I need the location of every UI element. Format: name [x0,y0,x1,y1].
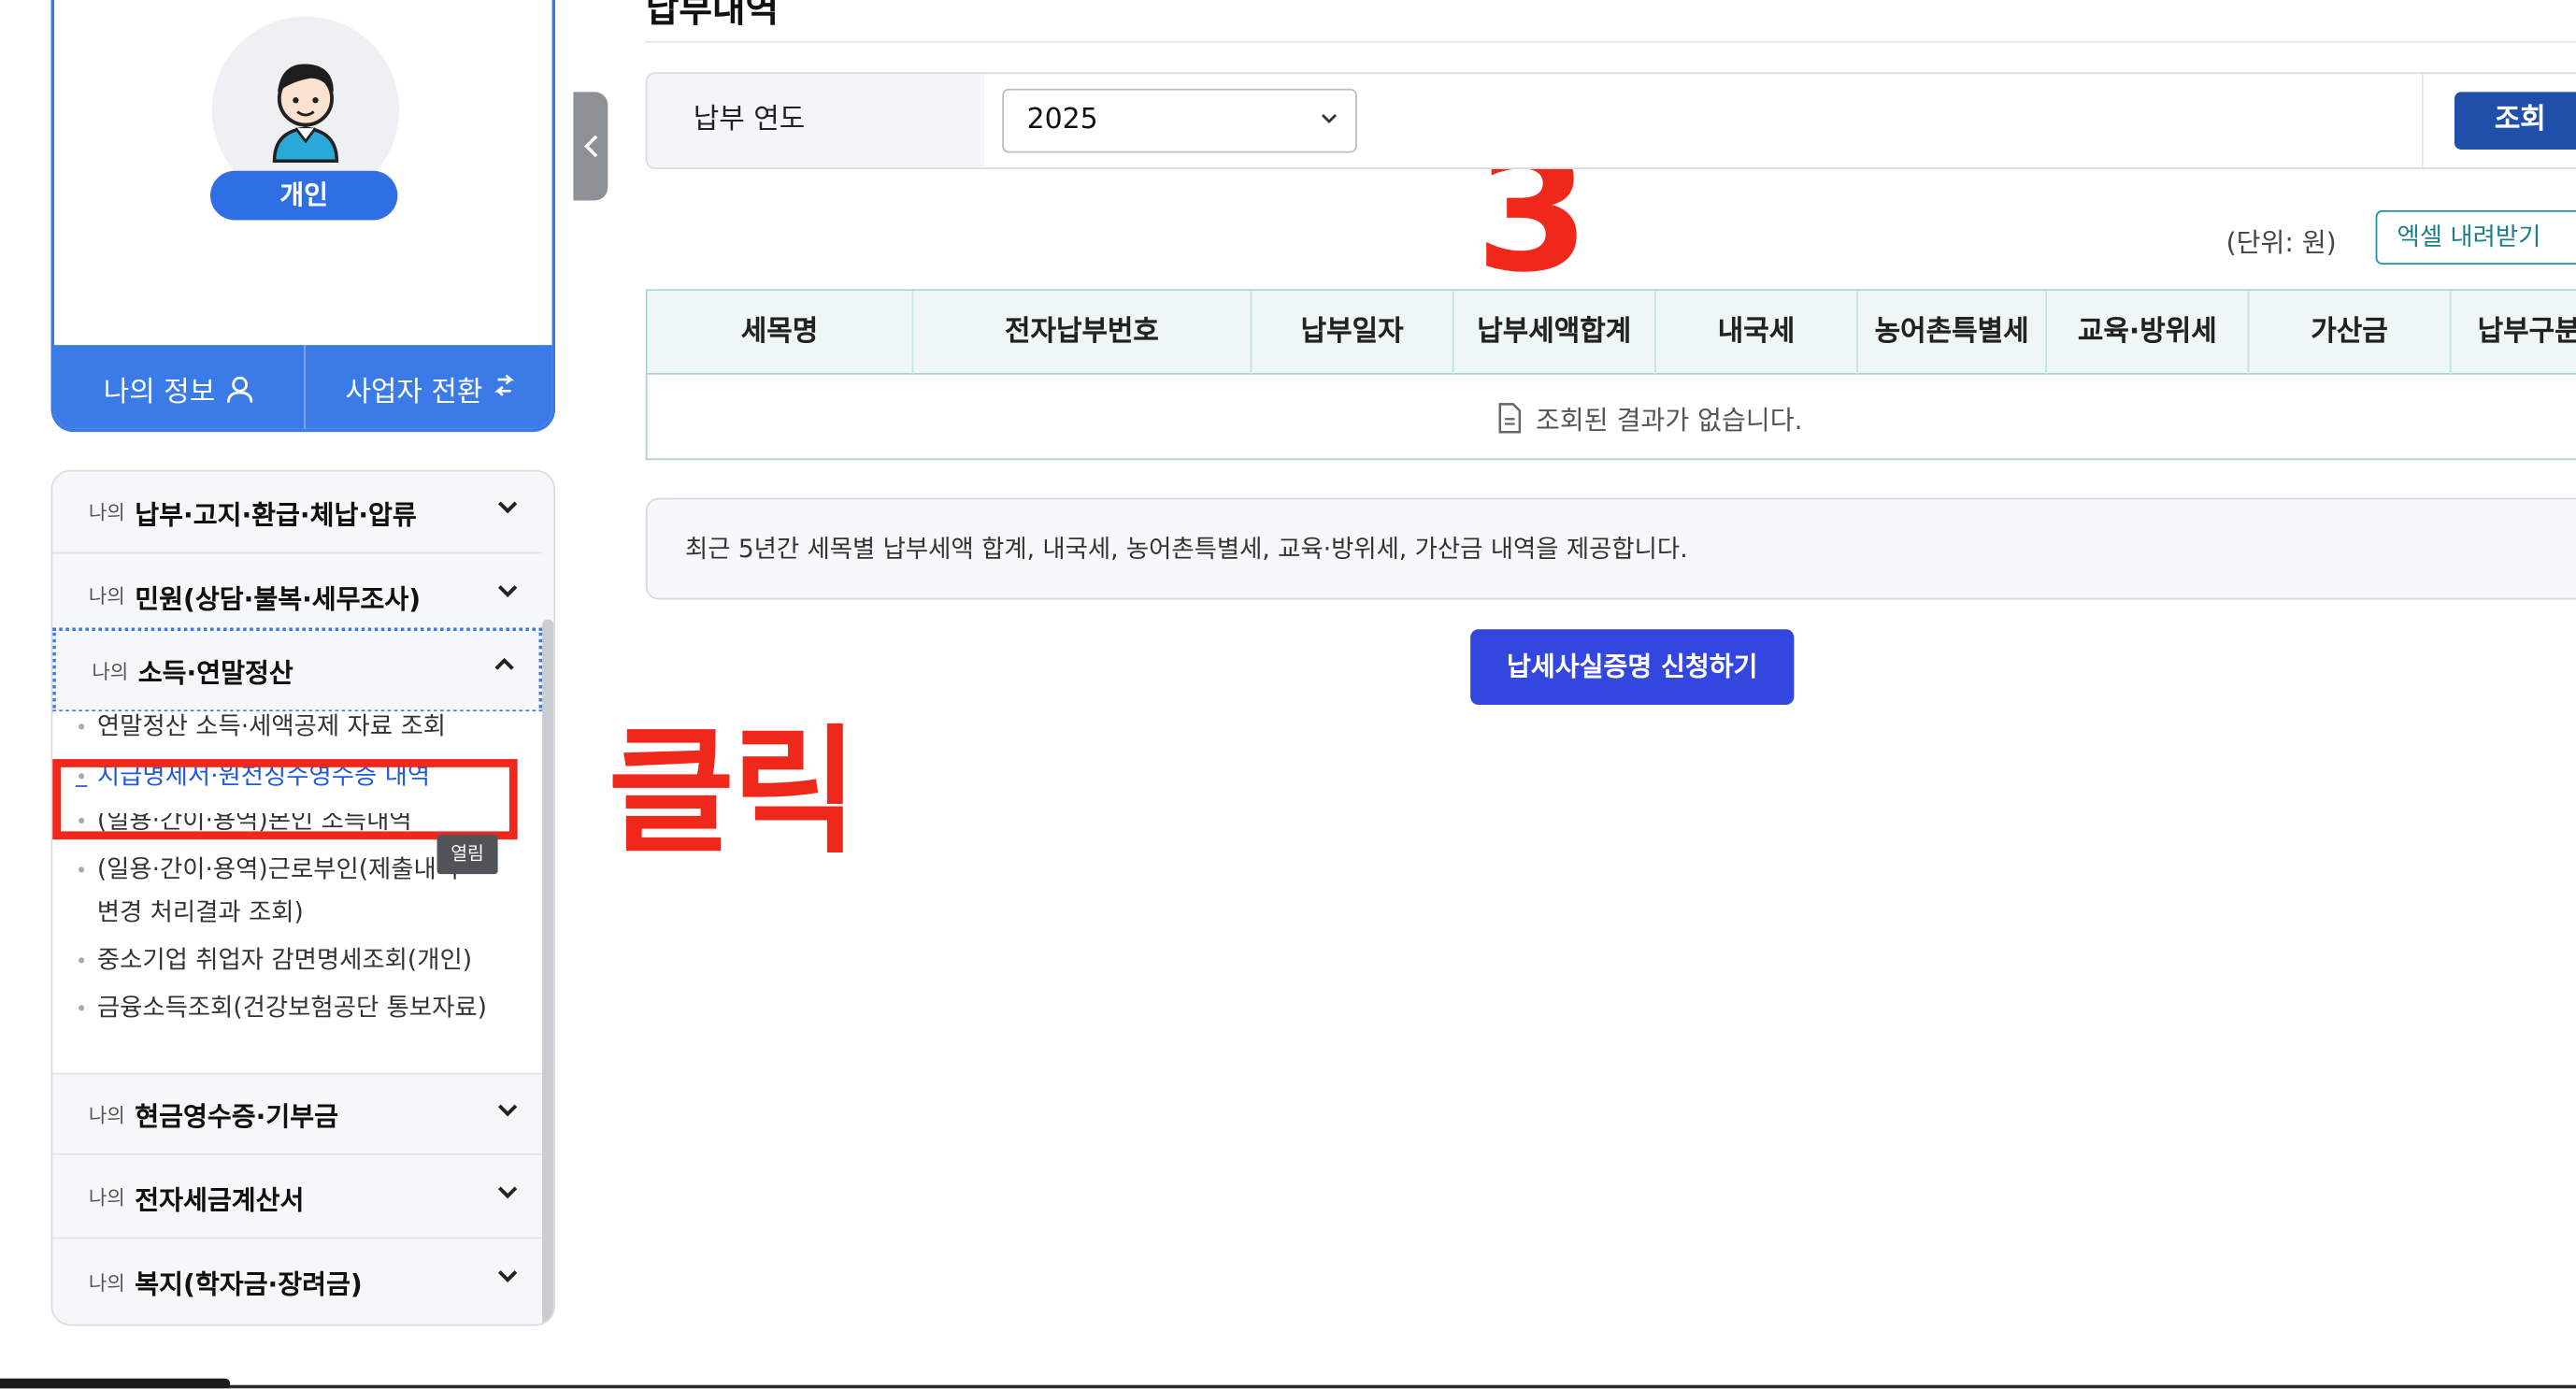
user-type-badge: 개인 [209,170,398,221]
profile-actions: 나의 정보 사업자 전환 [54,345,552,429]
highlight-box [52,759,518,840]
menu-prefix: 나의 [88,584,125,609]
switch-arrows-icon [494,373,514,395]
menu-group-welfare[interactable]: 나의 복지(학자금·장려금) [52,1240,542,1323]
menu-prefix: 나의 [88,1103,125,1126]
chevron-down-icon [1321,114,1338,124]
column-header: 농어촌특별세 [1858,291,2048,375]
info-notice: 최근 5년간 세목별 납부세액 합계, 내국세, 농어촌특별세, 교육·방위세,… [645,497,2576,600]
menu-group-civil[interactable]: 나의 민원(상담·불복·세무조사) [52,555,543,637]
column-header: 납부구분 [2477,315,2576,349]
chevron-down-icon [497,585,518,598]
window-bottom-corner [0,1378,231,1389]
submenu-item-label: 연말정산 소득·세액공제 자료 조회 [96,711,446,737]
payment-table: 세목명 전자납부번호 납부일자 납부세액합계 내국세 농어촌특별세 교육·방위세… [645,289,2576,461]
filter-divider [2421,74,2424,168]
menu-group-cash-receipt[interactable]: 나의 현금영수증·기부금 [52,1072,543,1155]
filter-panel: 납부 연도 2025 조회 [645,72,2576,170]
year-select-value: 2025 [1026,103,1098,136]
title-divider [645,40,2576,43]
submenu-item-label: 금융소득조회(건강보험공단 통보자료) [96,992,487,1023]
submenu-item-daily-denial-continued[interactable]: 변경 처리결과 조회) [97,892,304,933]
table-header-row: 세목명 전자납부번호 납부일자 납부세액합계 내국세 농어촌특별세 교육·방위세… [647,291,2576,375]
chevron-down-icon [497,1104,518,1117]
window-bottom-border [0,1384,2576,1389]
submenu-item-label: 중소기업 취업자 감면명세조회(개인) [96,944,473,975]
sidebar-collapse-handle[interactable] [573,92,608,201]
bullet-icon: • [75,996,88,1021]
column-header: 납부일자 [1252,291,1454,375]
menu-group-title: 민원(상담·불복·세무조사) [135,582,422,614]
menu-group-title: 전자세금계산서 [135,1183,305,1215]
chevron-left-icon [583,135,597,158]
my-info-button[interactable]: 나의 정보 [54,345,304,429]
submenu-item-label: (일용·간이·용역)근로부인(제출내역 [96,854,460,884]
chevron-up-icon [494,657,514,670]
column-header: 교육·방위세 [2047,291,2250,375]
column-header: 세목명 [648,291,914,375]
submenu-item-daily-denial[interactable]: • (일용·간이·용역)근로부인(제출내역 [76,850,459,893]
open-tooltip: 열림 [436,834,498,875]
menu-group-title: 복지(학자금·장려금) [135,1267,363,1300]
click-annotation: 클릭 [608,711,858,873]
search-button[interactable]: 조회 [2454,92,2576,150]
bullet-icon: • [75,949,88,973]
menu-group-income[interactable]: 나의 소득·연말정산 [52,627,543,713]
year-select[interactable]: 2025 [1002,88,1357,153]
menu-prefix: 나의 [92,659,129,683]
menu-group-e-invoice[interactable]: 나의 전자세금계산서 [52,1156,543,1239]
chevron-down-icon [497,1186,518,1199]
bullet-icon: • [75,716,88,737]
menu-group-title: 납부·고지·환급·체납·압류 [135,498,417,530]
document-icon [1498,402,1521,433]
menu-prefix: 나의 [88,1270,125,1295]
switch-to-business-label: 사업자 전환 [345,376,483,409]
person-icon [226,375,253,402]
submenu-item-sme-reduction[interactable]: • 중소기업 취업자 감면명세조회(개인) [76,939,472,982]
switch-to-business-button[interactable]: 사업자 전환 [304,345,551,429]
filter-label: 납부 연도 [647,74,984,168]
profile-card: 개인 나의 정보 사업자 전환 [50,0,556,433]
empty-result-message: 조회된 결과가 없습니다. [1536,404,1803,436]
menu-group-payment[interactable]: 나의 납부·고지·환급·체납·압류 [52,471,543,554]
unit-label: (단위: 원) [2225,226,2337,258]
my-info-label: 나의 정보 [103,376,216,409]
page-title: 납부내역 [645,0,780,32]
menu-scrollbar[interactable] [542,619,554,1325]
empty-result-row: 조회된 결과가 없습니다. [648,375,2576,460]
excel-download-label: 엑셀 내려받기 [2397,222,2541,251]
menu-group-title: 현금영수증·기부금 [135,1100,338,1133]
bullet-icon: • [75,859,88,882]
submenu-item-label: 변경 처리결과 조회) [96,896,304,927]
menu-prefix: 나의 [88,501,125,524]
submenu-item-financial-income[interactable]: • 금융소득조회(건강보험공단 통보자료) [76,987,487,1030]
submenu-item-yearend-deduction[interactable]: • 연말정산 소득·세액공제 자료 조회 [75,707,446,737]
menu-group-title: 소득·연말정산 [137,657,293,689]
column-header: 가산금 [2249,291,2452,375]
column-header: 내국세 [1656,291,1858,375]
column-header: 전자납부번호 [913,291,1252,375]
menu-prefix: 나의 [88,1186,125,1210]
column-header: 납부세액합계 [1454,291,1656,375]
side-menu: 나의 납부·고지·환급·체납·압류 나의 민원(상담·불복·세무조사) 나의 소… [50,469,556,1326]
tax-payment-certificate-button[interactable]: 납세사실증명 신청하기 [1470,629,1795,706]
excel-download-button[interactable]: 엑셀 내려받기 [2375,209,2576,265]
chevron-down-icon [497,501,518,514]
chevron-down-icon [497,1270,518,1282]
